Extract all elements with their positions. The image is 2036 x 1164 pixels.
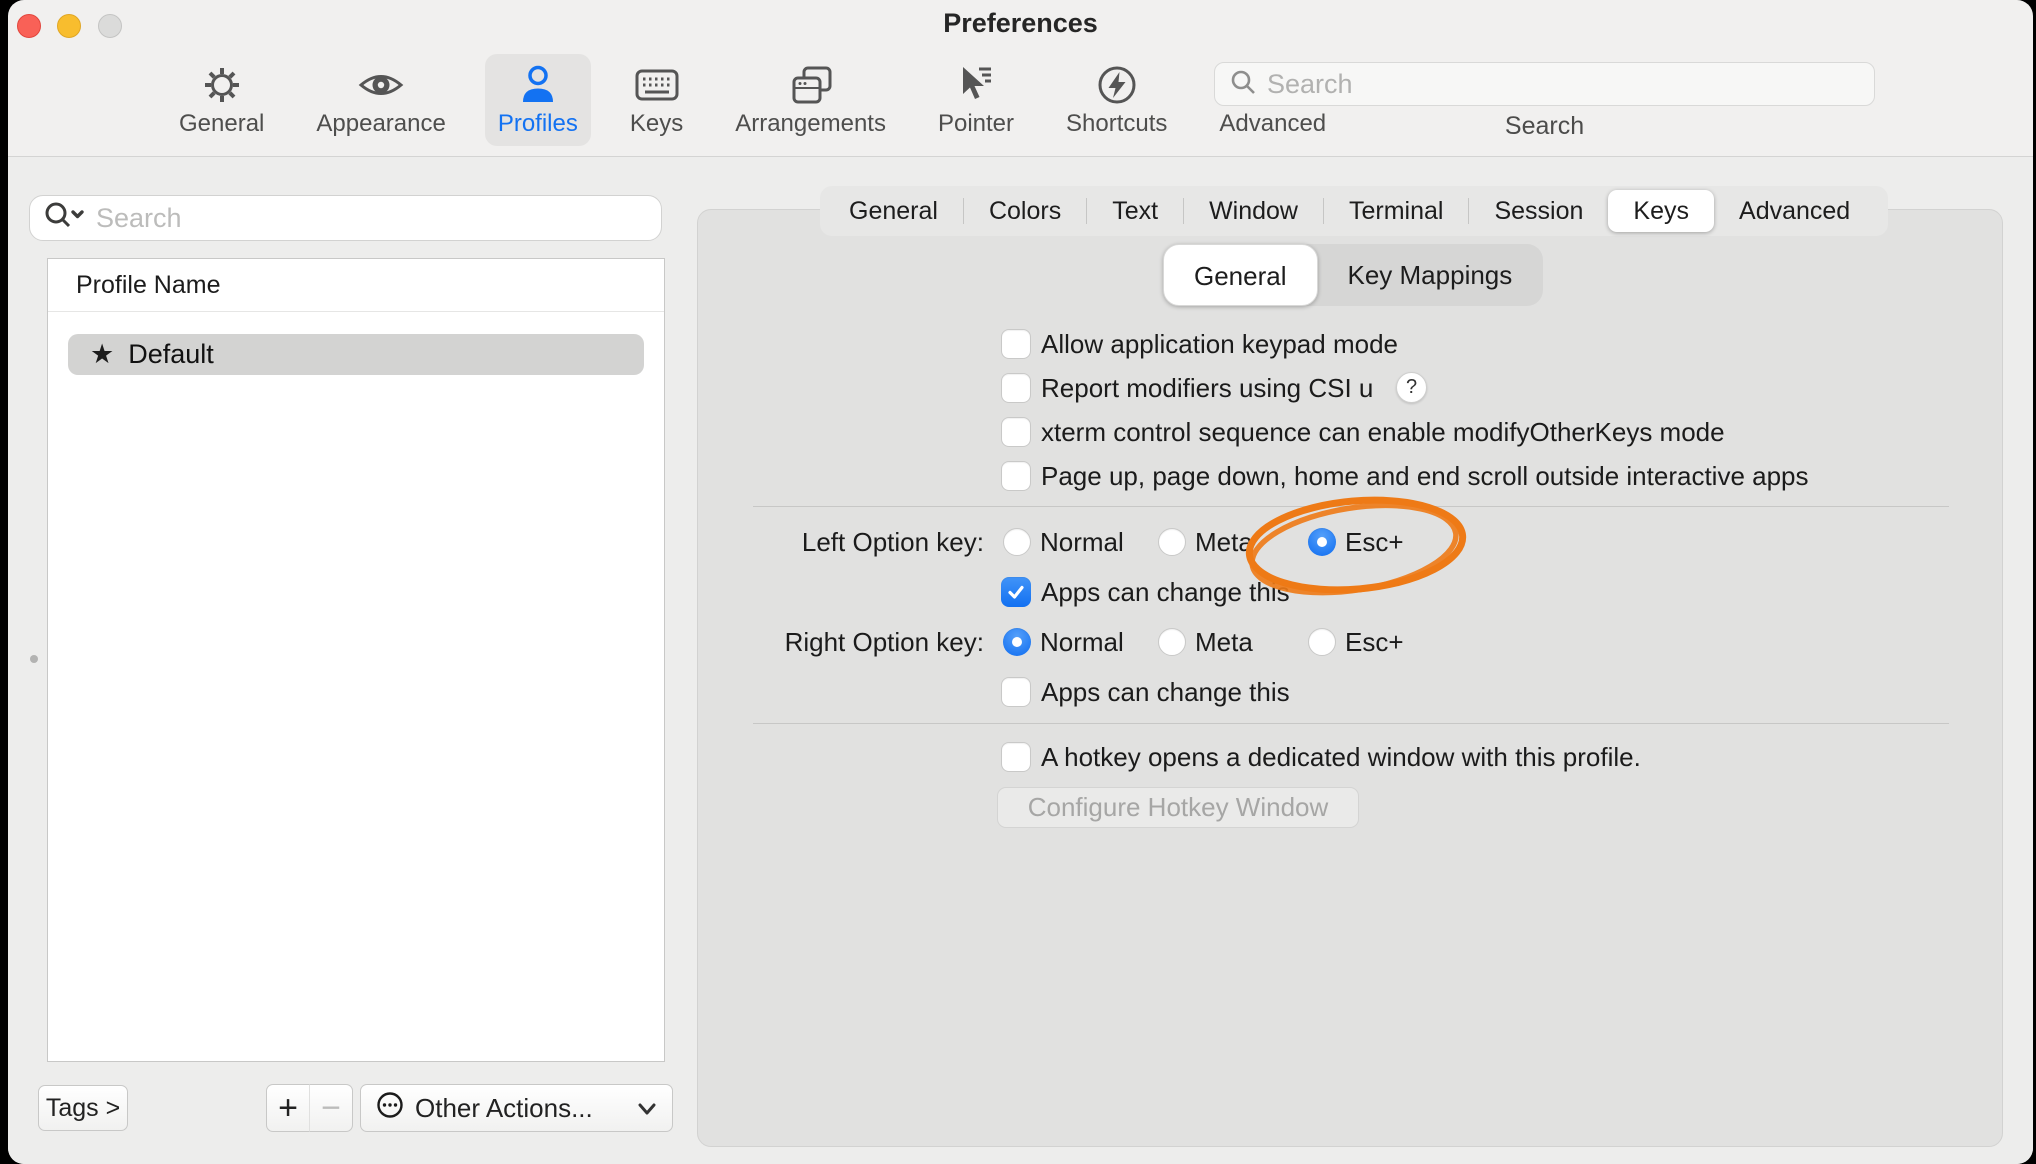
remove-profile-button: − xyxy=(309,1084,353,1132)
radio-left-normal[interactable] xyxy=(1003,528,1031,556)
left-option-label: Left Option key: xyxy=(753,524,984,560)
other-actions-dropdown[interactable]: Other Actions... xyxy=(360,1084,673,1132)
preferences-window: Preferences General Appearance Profiles … xyxy=(8,0,2033,1164)
checkbox-label: Report modifiers using CSI u xyxy=(1041,370,1373,406)
search-icon xyxy=(1229,68,1257,101)
toolbar-item-profiles[interactable]: Profiles xyxy=(485,54,591,146)
row-modify-other-keys: xterm control sequence can enable modify… xyxy=(753,414,1953,450)
configure-hotkey-window-button: Configure Hotkey Window xyxy=(997,787,1359,828)
search-label: Search xyxy=(1214,112,1875,141)
tab-general[interactable]: General xyxy=(824,190,963,232)
toolbar-item-label: Appearance xyxy=(316,110,445,138)
windows-icon xyxy=(786,62,836,108)
toolbar-search: Search xyxy=(1214,62,1875,141)
row-csi-u: Report modifiers using CSI u ? xyxy=(753,370,1953,406)
tab-window[interactable]: Window xyxy=(1184,190,1323,232)
toolbar-divider xyxy=(8,156,2033,157)
toolbar-item-label: Pointer xyxy=(938,110,1014,138)
window-title: Preferences xyxy=(8,8,2033,39)
profile-list-header: Profile Name xyxy=(48,259,664,312)
radio-left-esc[interactable] xyxy=(1308,528,1336,556)
checkbox-keypad-mode[interactable] xyxy=(1001,329,1031,359)
section-divider xyxy=(753,723,1949,724)
radio-right-normal[interactable] xyxy=(1003,628,1031,656)
row-hotkey-window: A hotkey opens a dedicated window with t… xyxy=(753,739,1953,775)
checkbox-label: Apps can change this xyxy=(1041,574,1290,610)
bolt-icon xyxy=(1094,62,1140,108)
section-divider xyxy=(753,506,1949,507)
checkbox-modify-other-keys[interactable] xyxy=(1001,417,1031,447)
preferences-toolbar: General Appearance Profiles Keys Arrange… xyxy=(166,54,1339,146)
profile-search-field xyxy=(29,195,662,241)
search-menu-icon[interactable] xyxy=(42,200,88,237)
tab-text[interactable]: Text xyxy=(1087,190,1183,232)
radio-right-meta[interactable] xyxy=(1158,628,1186,656)
radio-label: Meta xyxy=(1195,524,1253,560)
checkbox-hotkey-window[interactable] xyxy=(1001,742,1031,772)
right-option-label: Right Option key: xyxy=(753,624,984,660)
toolbar-item-label: Shortcuts xyxy=(1066,110,1167,138)
toolbar-item-label: General xyxy=(179,110,264,138)
person-icon xyxy=(515,62,561,108)
chevron-down-icon xyxy=(636,1093,658,1124)
toolbar-item-general[interactable]: General xyxy=(166,54,277,146)
keys-subtabs: General Key Mappings xyxy=(1163,244,1543,306)
row-left-option-key: Left Option key: Normal Meta Esc+ xyxy=(753,524,1953,560)
toolbar-item-shortcuts[interactable]: Shortcuts xyxy=(1053,54,1180,146)
row-scroll-outside: Page up, page down, home and end scroll … xyxy=(753,458,1953,494)
tab-session[interactable]: Session xyxy=(1469,190,1608,232)
tab-keys[interactable]: Keys xyxy=(1608,190,1714,232)
tab-advanced[interactable]: Advanced xyxy=(1714,190,1875,232)
eye-icon xyxy=(356,62,406,108)
profile-section-tabs: General Colors Text Window Terminal Sess… xyxy=(820,186,1888,236)
cursor-icon xyxy=(953,62,999,108)
keyboard-icon xyxy=(632,62,682,108)
tags-button[interactable]: Tags > xyxy=(38,1085,128,1131)
checkbox-scroll-outside[interactable] xyxy=(1001,461,1031,491)
splitter-handle-dot[interactable] xyxy=(30,655,38,663)
radio-label: Esc+ xyxy=(1345,524,1404,560)
gear-icon xyxy=(199,62,245,108)
row-left-apps-can-change: Apps can change this xyxy=(753,574,1953,610)
tab-terminal[interactable]: Terminal xyxy=(1324,190,1468,232)
checkbox-label: xterm control sequence can enable modify… xyxy=(1041,414,1725,450)
add-profile-button[interactable]: + xyxy=(266,1084,310,1132)
toolbar-item-keys[interactable]: Keys xyxy=(617,54,696,146)
row-right-option-key: Right Option key: Normal Meta Esc+ xyxy=(753,624,1953,660)
toolbar-item-appearance[interactable]: Appearance xyxy=(303,54,458,146)
other-actions-label: Other Actions... xyxy=(415,1093,593,1124)
checkbox-label: A hotkey opens a dedicated window with t… xyxy=(1041,739,1641,775)
row-keypad-mode: Allow application keypad mode xyxy=(753,326,1953,362)
star-icon: ★ xyxy=(90,341,114,368)
help-icon[interactable]: ? xyxy=(1396,372,1427,403)
radio-left-meta[interactable] xyxy=(1158,528,1186,556)
profile-list-panel: Profile Name ★ Default xyxy=(47,258,665,1062)
checkbox-left-apps-can-change[interactable] xyxy=(1001,577,1031,607)
toolbar-item-label: Keys xyxy=(630,110,683,138)
radio-label: Meta xyxy=(1195,624,1253,660)
toolbar-item-label: Profiles xyxy=(498,110,578,138)
subtab-key-mappings[interactable]: Key Mappings xyxy=(1318,244,1543,306)
ellipsis-circle-icon xyxy=(375,1090,405,1127)
radio-label: Normal xyxy=(1040,624,1124,660)
checkbox-label: Apps can change this xyxy=(1041,674,1290,710)
row-right-apps-can-change: Apps can change this xyxy=(753,674,1953,710)
radio-right-esc[interactable] xyxy=(1308,628,1336,656)
toolbar-item-arrangements[interactable]: Arrangements xyxy=(722,54,899,146)
subtab-general[interactable]: General xyxy=(1163,244,1318,306)
profile-row-default[interactable]: ★ Default xyxy=(68,334,644,375)
profile-name: Default xyxy=(128,339,214,370)
radio-label: Normal xyxy=(1040,524,1124,560)
checkbox-right-apps-can-change[interactable] xyxy=(1001,677,1031,707)
toolbar-item-label: Arrangements xyxy=(735,110,886,138)
checkbox-label: Allow application keypad mode xyxy=(1041,326,1398,362)
search-input[interactable] xyxy=(1267,69,1860,100)
checkbox-csi-u[interactable] xyxy=(1001,373,1031,403)
checkbox-label: Page up, page down, home and end scroll … xyxy=(1041,458,1809,494)
toolbar-item-pointer[interactable]: Pointer xyxy=(925,54,1027,146)
tab-colors[interactable]: Colors xyxy=(964,190,1086,232)
profile-search-input[interactable] xyxy=(96,203,649,234)
radio-label: Esc+ xyxy=(1345,624,1404,660)
